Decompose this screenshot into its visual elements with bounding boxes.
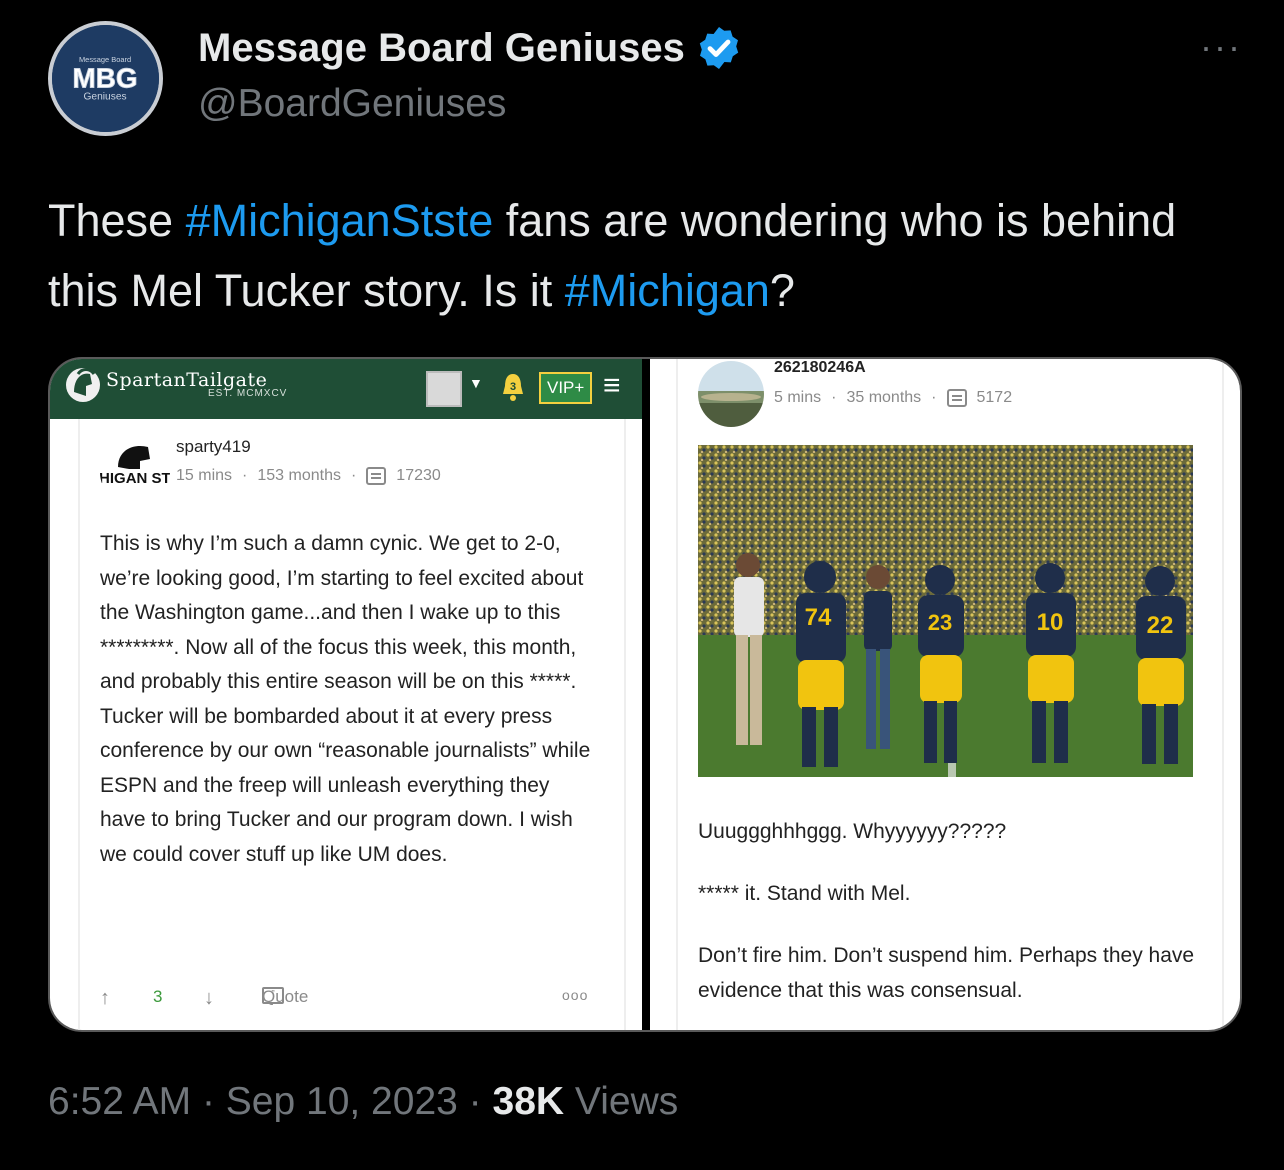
- upvote-arrow-icon[interactable]: ↑: [100, 987, 110, 1010]
- display-name-text: Message Board Geniuses: [198, 25, 685, 70]
- right-screenshot[interactable]: 262180246A 5 mins · 35 months · 5172 74 …: [650, 359, 1240, 1030]
- poster-username-right[interactable]: 262180246A: [774, 359, 866, 377]
- tweet-time[interactable]: 6:52 AM: [48, 1080, 191, 1123]
- post-line-1: Uuuggghhhggg. Whyyyyyy?????: [698, 820, 1007, 843]
- poster-avatar-right[interactable]: [698, 361, 764, 427]
- football-team-photo[interactable]: 74 23 10 22: [698, 445, 1193, 777]
- author-display-name[interactable]: Message Board Geniuses: [198, 24, 743, 72]
- site-est: EST. MCMXCV: [208, 388, 288, 399]
- quote-label: Quote: [262, 987, 309, 1006]
- post-more-button[interactable]: ooo: [562, 987, 588, 1003]
- tweet-date[interactable]: Sep 10, 2023: [226, 1080, 458, 1123]
- avatar-small-bottom: Geniuses: [83, 91, 126, 102]
- poster-avatar[interactable]: MICHIGAN STATE: [100, 437, 170, 507]
- tweet-text-part-1: These: [48, 195, 186, 246]
- forum-post: MICHIGAN STATE sparty419 15 mins · 153 m…: [78, 419, 626, 1030]
- meta-dot: ·: [201, 1080, 215, 1123]
- spartantailgate-header: SpartanTailgate EST. MCMXCV ▼ 3 VIP+ ≡: [50, 359, 642, 419]
- meta-dot: ·: [468, 1080, 482, 1123]
- user-avatar-placeholder[interactable]: [426, 371, 462, 407]
- caret-down-icon[interactable]: ▼: [469, 375, 483, 391]
- jersey-number: 10: [1037, 609, 1064, 636]
- jersey-number: 74: [805, 604, 832, 631]
- post-time-right: 5 mins: [774, 389, 822, 406]
- comment-icon: [946, 389, 967, 407]
- downvote-arrow-icon[interactable]: ↓: [204, 987, 214, 1010]
- tweet-media[interactable]: SpartanTailgate EST. MCMXCV ▼ 3 VIP+ ≡ H…: [48, 357, 1242, 1032]
- post-line-2: ***** it. Stand with Mel.: [698, 882, 911, 905]
- verified-badge-icon: [699, 27, 739, 69]
- comment-icon: [366, 467, 387, 485]
- avatar-mbg: MBG: [72, 62, 137, 93]
- tweet-text-part-3: ?: [769, 265, 795, 316]
- vote-count: 3: [153, 987, 163, 1006]
- hashtag-link-michiganstste[interactable]: #MichiganStste: [186, 195, 494, 246]
- jersey-number: 22: [1147, 612, 1174, 639]
- member-tenure: 153 months: [257, 467, 341, 484]
- hamburger-menu-icon[interactable]: ≡: [603, 371, 621, 401]
- post-body: This is why I’m such a damn cynic. We ge…: [100, 532, 591, 866]
- meta-separator: ·: [242, 467, 248, 484]
- author-handle[interactable]: @BoardGeniuses: [198, 82, 506, 126]
- left-screenshot[interactable]: SpartanTailgate EST. MCMXCV ▼ 3 VIP+ ≡ H…: [50, 359, 642, 1030]
- jersey-number: 23: [928, 610, 952, 635]
- post-meta-right: 5 mins · 35 months · 5172: [774, 389, 1012, 407]
- post-count-right: 5172: [976, 389, 1013, 406]
- media-divider: [642, 359, 650, 1030]
- meta-separator: ·: [831, 389, 837, 406]
- vip-badge[interactable]: VIP+: [539, 372, 593, 404]
- views-label: Views: [574, 1080, 679, 1123]
- forum-post-right: 262180246A 5 mins · 35 months · 5172 74 …: [676, 359, 1224, 1030]
- poster-avatar-text: MICHIGAN STATE: [100, 470, 170, 487]
- tweet-meta: 6:52 AM · Sep 10, 2023 · 38K Views: [48, 1080, 678, 1124]
- notification-bell-icon[interactable]: 3: [500, 370, 526, 404]
- tweet-text: These #MichiganStste fans are wondering …: [48, 186, 1238, 326]
- post-line-3: Don’t fire him. Don’t suspend him. Perha…: [698, 944, 1195, 1002]
- member-tenure-right: 35 months: [846, 389, 922, 406]
- spartan-helmet-icon: [64, 364, 102, 406]
- post-meta: 15 mins · 153 months · 17230: [176, 467, 441, 485]
- hashtag-link-michigan[interactable]: #Michigan: [565, 265, 770, 316]
- meta-separator: ·: [931, 389, 937, 406]
- notification-count: 3: [510, 381, 516, 393]
- more-options-button[interactable]: ···: [1200, 26, 1242, 68]
- post-actions: ↑ 3 ↓ ” Quote ooo: [100, 987, 600, 1017]
- meta-separator: ·: [350, 467, 357, 484]
- author-avatar[interactable]: Message Board MBG Geniuses: [48, 21, 163, 136]
- post-time: 15 mins: [176, 467, 233, 484]
- views-count[interactable]: 38K: [493, 1080, 565, 1123]
- post-count: 17230: [396, 467, 441, 484]
- poster-username[interactable]: sparty419: [176, 437, 251, 457]
